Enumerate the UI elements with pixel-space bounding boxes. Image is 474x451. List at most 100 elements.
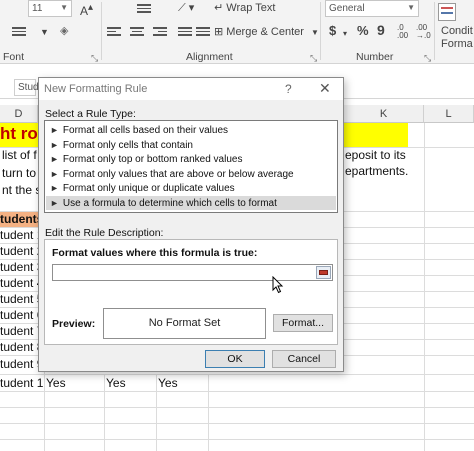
arrow-right-icon: ►	[50, 139, 59, 150]
value-cell[interactable]: Yes	[46, 376, 66, 390]
font-size-combo[interactable]: 11 ▼	[28, 0, 72, 17]
dialog-title-bar[interactable]: New Formatting Rule	[39, 78, 343, 100]
rule-type-label: Format only top or bottom ranked values	[62, 154, 243, 165]
column-header-k[interactable]: K	[344, 105, 424, 123]
wrap-text-label: Wrap Text	[226, 2, 276, 14]
rule-type-item[interactable]: ► Format only cells that contain	[46, 138, 336, 153]
decrease-decimal-icon[interactable]: .00 →.0	[416, 24, 431, 40]
help-button[interactable]: ?	[285, 82, 292, 96]
student-cell[interactable]: tudent 2	[0, 244, 43, 258]
description-line-1-right: eposit to its	[345, 148, 406, 162]
merge-icon: ⊞	[214, 26, 224, 38]
mouse-pointer-icon	[272, 276, 284, 294]
student-cell[interactable]: tudent 1	[0, 228, 43, 242]
group-separator	[101, 2, 102, 60]
formula-input[interactable]	[343, 77, 474, 99]
group-separator	[320, 2, 321, 60]
increase-font-icon[interactable]: A▴	[80, 1, 93, 18]
title-cell-left[interactable]: ht rov	[0, 123, 47, 147]
number-format-value: General	[329, 3, 365, 14]
align-left-icon[interactable]	[107, 27, 121, 39]
arrow-right-icon: ►	[50, 154, 59, 164]
rule-type-item[interactable]: ► Format only unique or duplicate values	[46, 181, 336, 196]
gridline	[104, 374, 105, 451]
increase-indent-icon[interactable]	[196, 27, 210, 39]
description-line-1-left: list of f	[2, 148, 37, 162]
conditional-formatting-icon[interactable]	[438, 3, 456, 21]
student-cell[interactable]: tudent 5	[0, 292, 43, 306]
value-cell[interactable]: Yes	[106, 376, 126, 390]
rule-type-label: Format only unique or duplicate values	[62, 183, 235, 194]
chevron-down-icon: ▼	[60, 3, 68, 12]
rule-type-label: Format only cells that contain	[62, 139, 193, 151]
gridline	[208, 374, 209, 451]
value-cell[interactable]: Yes	[158, 376, 178, 390]
cancel-button[interactable]: Cancel	[272, 350, 336, 368]
arrow-right-icon: ►	[50, 197, 59, 208]
fill-color-icon[interactable]: ◈	[60, 24, 68, 38]
gridline	[424, 123, 425, 451]
conditional-formatting-label-2[interactable]: Forma	[441, 37, 473, 51]
wrap-text-icon: ↵	[214, 2, 224, 14]
arrow-right-icon: ►	[50, 183, 59, 193]
student-cell[interactable]: tudent 7	[0, 324, 43, 338]
edit-description-label: Edit the Rule Description:	[45, 227, 164, 239]
align-center-icon[interactable]	[130, 27, 144, 39]
conditional-formatting-label[interactable]: Condit	[441, 24, 473, 38]
title-cell-right[interactable]	[344, 123, 408, 147]
student-cell[interactable]: tudent 4	[0, 276, 43, 290]
chevron-down-icon[interactable]: ▾	[343, 27, 347, 41]
align-top-icon[interactable]	[137, 4, 151, 16]
currency-icon: $	[329, 23, 337, 38]
rule-type-label: Format all cells based on their values	[62, 125, 228, 136]
comma-icon: 9	[377, 22, 385, 38]
student-cell[interactable]: tudent 1	[0, 376, 44, 390]
close-icon[interactable]: ✕	[319, 80, 331, 97]
student-cell[interactable]: tudent 9	[0, 357, 43, 371]
rule-type-item[interactable]: ► Format only top or bottom ranked values	[46, 152, 336, 167]
increase-decimal-icon[interactable]: .0.00	[397, 24, 408, 40]
format-button[interactable]: Format...	[273, 314, 333, 332]
comma-button[interactable]: 9	[377, 23, 385, 37]
cancel-button-label: Cancel	[287, 353, 321, 365]
students-header-cell[interactable]: tudents	[0, 212, 43, 227]
ok-button[interactable]: OK	[205, 350, 265, 368]
arrow-right-icon: ►	[50, 168, 59, 179]
rule-type-item[interactable]: ► Format all cells based on their values	[46, 123, 336, 138]
dialog-launcher-icon[interactable]: ⤡	[424, 51, 431, 65]
preview-label: Preview:	[52, 318, 96, 330]
formula-input[interactable]	[52, 264, 333, 281]
student-cell[interactable]: tudent 8	[0, 340, 43, 354]
student-cell[interactable]: tudent 6	[0, 308, 43, 322]
student-cell[interactable]: tudent 3	[0, 260, 43, 274]
range-select-icon	[319, 270, 328, 275]
wrap-text-button[interactable]: ↵ Wrap Text	[214, 1, 275, 15]
new-formatting-rule-dialog: New Formatting Rule ? ✕ Select a Rule Ty…	[38, 77, 344, 372]
cell-stud[interactable]: Stud	[14, 79, 39, 96]
students-header: tudents	[0, 212, 44, 226]
collapse-dialog-button[interactable]	[316, 266, 331, 279]
chevron-down-icon[interactable]: ▼	[40, 25, 49, 39]
merge-center-button[interactable]: ⊞ Merge & Center ▼	[214, 25, 319, 40]
number-format-combo[interactable]: General ▼	[325, 0, 419, 17]
dialog-launcher-icon[interactable]: ⤡	[310, 51, 317, 65]
percent-button[interactable]: %	[357, 24, 369, 38]
orientation-icon[interactable]: ⟋ ▾	[178, 1, 194, 15]
rule-type-item[interactable]: ► Format only values that are above or be…	[46, 167, 336, 182]
decrease-indent-icon[interactable]	[178, 27, 192, 39]
cell-stud-text: Stud	[18, 82, 39, 93]
format-preview: No Format Set	[103, 308, 266, 339]
align-right-icon[interactable]	[153, 27, 167, 39]
column-header-l[interactable]: L	[424, 105, 474, 123]
rule-type-item-selected[interactable]: ► Use a formula to determine which cells …	[46, 195, 336, 210]
select-rule-type-label: Select a Rule Type:	[45, 108, 136, 120]
gridline	[0, 407, 474, 408]
chevron-down-icon: ▼	[311, 28, 319, 37]
borders-icon[interactable]	[12, 27, 26, 39]
dialog-launcher-icon[interactable]: ⤡	[91, 51, 98, 65]
currency-button[interactable]: $	[329, 24, 336, 38]
column-header-d[interactable]: D	[0, 105, 38, 123]
gridline	[0, 439, 474, 440]
gridline	[0, 391, 474, 392]
rule-type-list[interactable]: ► Format all cells based on their values …	[44, 120, 338, 213]
